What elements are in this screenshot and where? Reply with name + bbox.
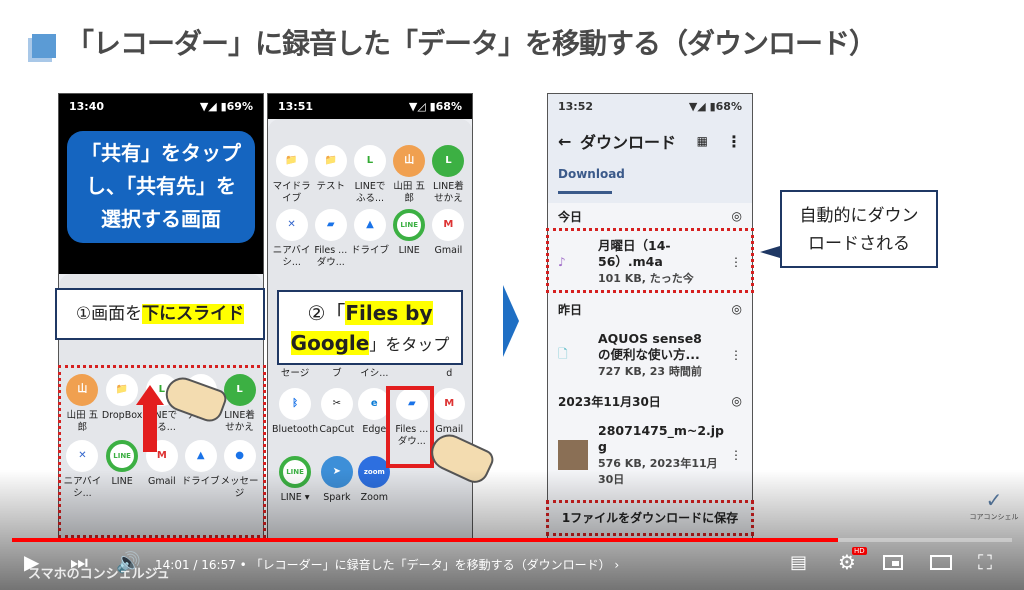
subtitles-button[interactable]: ▤ [790, 552, 807, 573]
share-app[interactable]: 📁 テスト [311, 145, 350, 205]
more-icon[interactable]: ⋮ [726, 132, 742, 151]
battery: ▼◿ ▮68% [408, 100, 462, 113]
battery: ▼◢ ▮69% [199, 100, 253, 113]
check-circle-icon[interactable]: ◎ [732, 302, 742, 316]
callout-pointer [760, 246, 780, 258]
banner-line: し、「共有先」を [86, 174, 236, 198]
file-item[interactable]: ♪ 月曜日（14-56）.m4a 101 KB, たった今 ⋮ [548, 229, 752, 295]
fullscreen-button[interactable]: ⛶ [978, 550, 992, 574]
time-display: 14:01 / 16:57 • 「レコーダー」に録音した「データ」を移動する（ダ… [155, 558, 620, 572]
file-name: 月曜日（14-56）.m4a [598, 238, 671, 269]
image-thumbnail [558, 440, 588, 470]
save-to-downloads-button[interactable]: 1ファイルをダウンロードに保存 [546, 500, 754, 536]
share-app[interactable]: ➤ Spark [318, 456, 355, 504]
title-bullet [32, 34, 56, 58]
share-app[interactable]: ● メッセージ [220, 440, 259, 500]
share-app-files-by-google[interactable]: ▰ Files ...ダウ... [393, 388, 430, 448]
share-app[interactable]: L LINEでふる... [142, 374, 181, 434]
share-app[interactable]: L LINE着せかえ [220, 374, 259, 434]
document-icon: 🗋 [558, 346, 568, 361]
banner-line: 「共有」をタップ [81, 141, 241, 165]
back-arrow-icon[interactable]: ← [558, 132, 580, 151]
share-app[interactable]: 山山田 五郎 [63, 374, 102, 434]
share-app[interactable]: L LINE着せかえ [429, 145, 468, 205]
share-app[interactable]: ✂ CapCut [318, 388, 355, 448]
status-time: 13:40 [69, 100, 105, 113]
share-app[interactable]: M Gmail [142, 440, 181, 500]
miniplayer-button[interactable] [883, 555, 903, 570]
banner-line: 選択する画面 [101, 207, 221, 231]
header-title: ダウンロード [580, 133, 677, 152]
share-app[interactable]: ▲ ドライブ [181, 440, 220, 500]
audio-file-icon: ♪ [558, 255, 566, 269]
callout-auto-download: 自動的にダウン ロードされる [780, 190, 938, 268]
app-label: ブ [332, 368, 342, 379]
file-item[interactable]: 28071475_m~2.jp g 576 KB, 2023年11月 30日 ⋮ [548, 415, 752, 495]
section-today: 今日 ◎ [558, 209, 742, 224]
share-app[interactable]: e Edge [356, 388, 393, 448]
share-app[interactable]: 📁 マイドライブ [272, 145, 311, 205]
battery: ▼◢ ▮68% [688, 100, 742, 113]
status-time: 13:52 [558, 100, 594, 113]
share-app[interactable]: 📁 DropBox [102, 374, 142, 434]
callout-slide-down: ①画面を下にスライド [55, 288, 265, 340]
share-app[interactable]: ᛒ Bluetooth [272, 388, 318, 448]
chapter-title[interactable]: 「レコーダー」に録音した「データ」を移動する（ダウンロード） [251, 558, 611, 572]
section-date: 2023年11月30日 ◎ [558, 394, 742, 409]
share-app[interactable]: M Gmail [429, 209, 468, 269]
instruction-banner: 「共有」をタップ し、「共有先」を 選択する画面 [67, 131, 255, 243]
share-app[interactable]: M Gmail [431, 388, 468, 448]
more-icon[interactable]: ⋮ [730, 448, 742, 462]
share-app[interactable]: ▰ Files ...ダウ... [311, 209, 350, 269]
app-label [393, 368, 430, 380]
phone-downloads: 13:52 ▼◢ ▮68% ← ダウンロード ▦ ⋮ Download 今日 ◎ ♪… [547, 93, 753, 540]
channel-watermark: スマホのコンシェルジュ [28, 567, 170, 582]
section-yesterday: 昨日 ◎ [558, 302, 742, 317]
status-bar: 13:52 ▼◢ ▮68% [548, 94, 752, 119]
app-label: d [446, 368, 453, 379]
progress-bar[interactable] [12, 538, 1012, 542]
check-circle-icon[interactable]: ◎ [732, 394, 742, 408]
share-app[interactable]: LINE LINE [390, 209, 429, 269]
status-time: 13:51 [278, 100, 314, 113]
share-app[interactable]: LINE LINE [102, 440, 143, 500]
progress-played [12, 538, 838, 542]
tab-download[interactable]: Download [558, 167, 625, 194]
hd-badge: HD [852, 547, 867, 555]
slide-title: 「レコーダー」に録音した「データ」を移動する（ダウンロード） [66, 27, 877, 60]
app-label: セージ [280, 368, 310, 379]
share-app[interactable]: テスト [181, 374, 220, 434]
share-app[interactable]: zoom Zoom [356, 456, 393, 504]
theater-mode-button[interactable] [930, 555, 952, 570]
check-circle-icon[interactable]: ◎ [732, 209, 742, 223]
next-arrow-icon [503, 285, 519, 357]
share-app[interactable]: 山山田 五郎 [390, 145, 429, 205]
status-bar: 13:51 ▼◿ ▮68% [268, 94, 472, 119]
more-icon[interactable]: ⋮ [730, 348, 742, 362]
share-app[interactable]: ▲ ドライブ [350, 209, 389, 269]
share-app[interactable]: ✕ ニアバイシ... [63, 440, 102, 500]
app-label: イシ... [360, 368, 389, 379]
share-grid-lower: セージ ブ イシ... d ᛒ Bluetooth ✂ CapCut e Edge ▰… [268, 368, 472, 504]
share-app[interactable]: L LINEでふる... [350, 145, 389, 205]
grid-view-icon[interactable]: ▦ [697, 134, 708, 148]
file-item[interactable]: 🗋 AQUOS sense8 の便利な使い方... 727 KB, 23 時間前 ⋮ [548, 323, 752, 387]
status-bar: 13:40 ▼◢ ▮69% [59, 94, 263, 119]
channel-logo: ✓ コアコンシェル [969, 488, 1019, 521]
share-app[interactable]: LINE LINE ▾ [272, 456, 318, 504]
share-app[interactable]: ✕ ニアバイシ... [272, 209, 311, 269]
callout-tap-files: ②「Files by Google」をタップ [277, 290, 463, 365]
more-icon[interactable]: ⋮ [730, 255, 742, 269]
